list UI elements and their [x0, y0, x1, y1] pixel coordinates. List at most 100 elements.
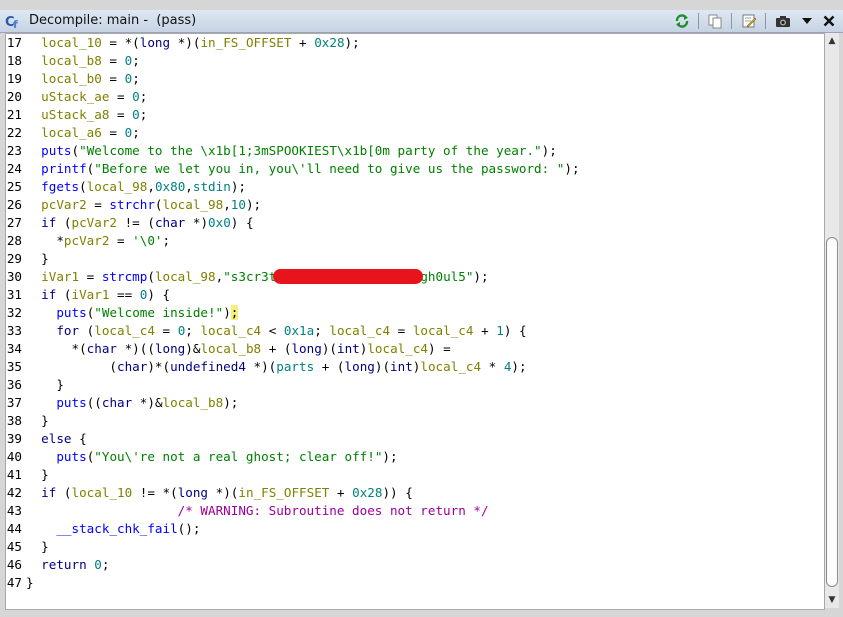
copy-button[interactable]	[706, 12, 724, 30]
code-token[interactable]: )	[223, 305, 231, 320]
code-string[interactable]: "You\'re not a real ghost; clear off!"	[94, 449, 382, 464]
code-line[interactable]: 26 pcVar2 = strchr(local_98,10);	[6, 196, 824, 214]
code-token[interactable]	[26, 503, 178, 518]
code-keyword[interactable]: for	[56, 323, 79, 338]
code-token[interactable]	[26, 395, 56, 410]
code-token[interactable]: *)(	[208, 485, 239, 500]
code-token[interactable]: (	[72, 143, 80, 158]
code-token[interactable]: );	[231, 179, 246, 194]
code-token[interactable]: }	[26, 539, 49, 554]
code-token[interactable]: ();	[178, 521, 201, 536]
code-constant[interactable]: 0x1a	[284, 323, 314, 338]
code-line[interactable]: 46 return 0;	[6, 556, 824, 574]
code-token[interactable]	[26, 287, 41, 302]
code-function[interactable]: strcmp	[102, 269, 148, 284]
code-token[interactable]: *	[481, 359, 504, 374]
code-token[interactable]: ,	[185, 179, 193, 194]
code-keyword[interactable]: char	[155, 215, 185, 230]
code-function[interactable]: puts	[41, 143, 71, 158]
code-function[interactable]: fgets	[41, 179, 79, 194]
code-token[interactable]: =	[109, 89, 132, 104]
code-token[interactable]: (	[79, 323, 95, 338]
code-token[interactable]	[26, 215, 41, 230]
code-token[interactable]: =	[109, 107, 132, 122]
code-variable[interactable]: iVar1	[41, 269, 79, 284]
code-token[interactable]: +	[329, 485, 352, 500]
code-token[interactable]: *)(	[170, 35, 201, 50]
code-token[interactable]: ;	[140, 89, 148, 104]
code-line[interactable]: 28 *pcVar2 = '\0';	[6, 232, 824, 250]
code-line[interactable]: 33 for (local_c4 = 0; local_c4 < 0x1a; l…	[6, 322, 824, 340]
code-function[interactable]: puts	[56, 449, 86, 464]
code-token[interactable]	[26, 521, 56, 536]
code-token[interactable]: =	[102, 125, 125, 140]
code-token[interactable]: + (	[314, 359, 345, 374]
code-token[interactable]: = *(	[102, 35, 139, 50]
code-token[interactable]: *)(	[246, 359, 277, 374]
code-keyword[interactable]: undefined4	[170, 359, 246, 374]
code-variable[interactable]: local_10	[41, 35, 102, 50]
code-variable[interactable]: local_98	[163, 197, 224, 212]
code-token[interactable]: ) =	[428, 341, 451, 356]
code-token[interactable]: =	[390, 323, 413, 338]
code-token[interactable]: ;	[314, 323, 329, 338]
code-token[interactable]	[26, 449, 56, 464]
vertical-scrollbar[interactable]: ▲ ▼	[825, 33, 839, 608]
code-token[interactable]	[26, 35, 41, 50]
code-token[interactable]: );	[345, 35, 360, 50]
code-variable[interactable]: in_FS_OFFSET	[200, 35, 291, 50]
code-keyword[interactable]: long	[140, 35, 170, 50]
code-variable[interactable]: iVar1	[72, 287, 110, 302]
code-line[interactable]: 19 local_b0 = 0;	[6, 70, 824, 88]
code-token[interactable]: ;	[132, 71, 140, 86]
code-keyword[interactable]: if	[41, 215, 56, 230]
code-line[interactable]: 31 if (iVar1 == 0) {	[6, 286, 824, 304]
code-line[interactable]: 30 iVar1 = strcmp(local_98,"s3cr3t______…	[6, 268, 824, 286]
code-token[interactable]: }	[26, 413, 49, 428]
code-keyword[interactable]: if	[41, 287, 56, 302]
code-variable[interactable]: local_10	[72, 485, 133, 500]
code-line[interactable]: 42 if (local_10 != *(long *)(in_FS_OFFSE…	[6, 484, 824, 502]
code-token[interactable]	[26, 53, 41, 68]
code-line[interactable]: 39 else {	[6, 430, 824, 448]
code-line[interactable]: 32 puts("Welcome inside!");	[6, 304, 824, 322]
code-variable[interactable]: local_c4	[420, 359, 481, 374]
code-variable[interactable]: local_c4	[367, 341, 428, 356]
code-keyword[interactable]: char	[102, 395, 132, 410]
code-string[interactable]: gh0ul5"	[420, 269, 473, 284]
code-function[interactable]: puts	[56, 395, 86, 410]
code-line[interactable]: 34 *(char *)((long)&local_b8 + (long)(in…	[6, 340, 824, 358]
code-variable[interactable]: in_FS_OFFSET	[238, 485, 329, 500]
decompiler-code-view[interactable]: 17 local_10 = *(long *)(in_FS_OFFSET + 0…	[5, 33, 825, 610]
code-variable[interactable]: local_c4	[200, 323, 261, 338]
code-token[interactable]: (	[56, 215, 72, 230]
code-token[interactable]: (	[56, 287, 72, 302]
code-line[interactable]: 35 (char)*(undefined4 *)(parts + (long)(…	[6, 358, 824, 376]
code-token[interactable]: ((	[87, 395, 102, 410]
code-line[interactable]: 23 puts("Welcome to the \x1b[1;3mSPOOKIE…	[6, 142, 824, 160]
code-string[interactable]: "s3cr3t	[223, 269, 276, 284]
code-token[interactable]: =	[79, 269, 102, 284]
code-keyword[interactable]: long	[345, 359, 375, 374]
code-token[interactable]: ==	[109, 287, 139, 302]
code-variable[interactable]: pcVar2	[72, 215, 118, 230]
code-token[interactable]: +	[473, 323, 496, 338]
code-line[interactable]: 17 local_10 = *(long *)(in_FS_OFFSET + 0…	[6, 34, 824, 52]
code-string[interactable]: "Before we let you in, you\'ll need to g…	[94, 161, 564, 176]
code-token[interactable]: <	[261, 323, 284, 338]
code-keyword[interactable]: long	[155, 341, 185, 356]
code-line[interactable]: 21 uStack_a8 = 0;	[6, 106, 824, 124]
code-token[interactable]: *)((	[117, 341, 155, 356]
code-string[interactable]: "Welcome inside!"	[94, 305, 223, 320]
code-string[interactable]: "Welcome to the \x1b[1;3mSPOOKIEST\x1b[0…	[79, 143, 542, 158]
code-token[interactable]: )(	[375, 359, 390, 374]
code-token[interactable]: );	[542, 143, 557, 158]
code-token[interactable]: )) {	[382, 485, 412, 500]
code-token[interactable]: (	[147, 269, 155, 284]
code-token[interactable]: ;	[132, 125, 140, 140]
code-line[interactable]: 25 fgets(local_98,0x80,stdin);	[6, 178, 824, 196]
code-token[interactable]: =	[87, 197, 110, 212]
code-function[interactable]: printf	[41, 161, 87, 176]
code-string[interactable]: '\0'	[132, 233, 162, 248]
code-variable[interactable]: pcVar2	[64, 233, 110, 248]
